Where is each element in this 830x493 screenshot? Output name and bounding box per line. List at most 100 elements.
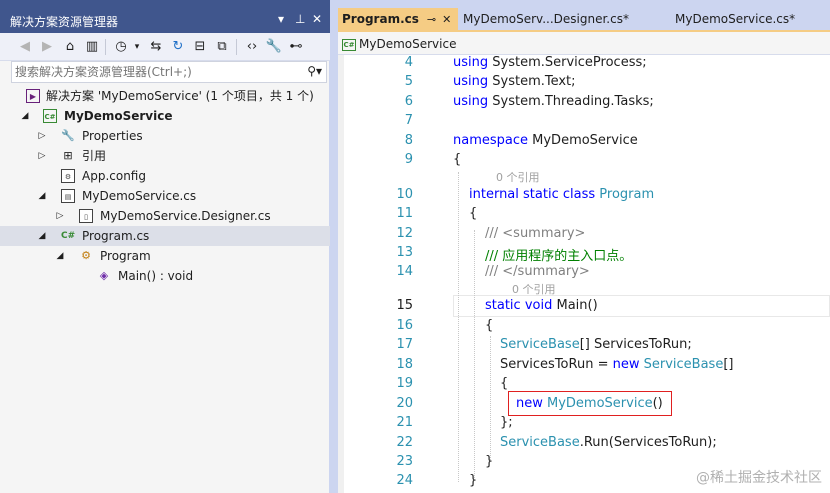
search-icon[interactable]: ⚲▾ [307, 64, 322, 78]
navigation-bar: C# MyDemoService [338, 30, 830, 55]
code-line[interactable]: } [485, 454, 493, 469]
code-line-current[interactable]: static void Main() [485, 298, 598, 313]
code-line[interactable]: { [453, 152, 461, 167]
close-icon[interactable]: ✕ [442, 13, 451, 26]
expanded-arrow-icon[interactable]: ◢ [37, 186, 47, 206]
line-number: 24 [396, 473, 413, 488]
code-line[interactable]: { [469, 206, 477, 221]
references-icon: ⊞ [63, 149, 73, 162]
tree-item-program-cs[interactable]: ◢ C# Program.cs [0, 226, 330, 246]
collapsed-arrow-icon[interactable]: ▷ [37, 126, 47, 146]
tab-service-cs[interactable]: MyDemoService.cs* [671, 8, 830, 30]
solution-explorer-panel: 解决方案资源管理器 ▾ ⊥ ✕ ◀ ▶ ⌂ ▥ ◷ ▾ ⇆ ↻ ⊟ ⧉ ‹› 🔧… [0, 0, 330, 493]
solution-explorer-search-box[interactable]: ⚲▾ [11, 61, 327, 83]
solution-icon: ▶ [26, 89, 40, 103]
line-number: 21 [396, 415, 413, 430]
code-line[interactable]: ServiceBase.Run(ServicesToRun); [500, 435, 717, 450]
watermark: @稀土掘金技术社区 [696, 470, 822, 486]
code-line[interactable]: { [500, 376, 508, 391]
expanded-arrow-icon[interactable]: ◢ [55, 246, 65, 266]
search-input[interactable] [12, 62, 302, 82]
wrench-icon: 🔧 [61, 129, 75, 142]
preview-selected-items-icon[interactable]: ⊷ [287, 38, 305, 56]
code-lens-references[interactable]: 0 个引用 [496, 169, 540, 185]
properties-wrench-icon[interactable]: 🔧 [265, 38, 283, 56]
code-line[interactable]: /// <summary> [485, 226, 585, 241]
code-line[interactable]: } [469, 473, 477, 488]
code-line[interactable]: using System.Threading.Tasks; [453, 94, 654, 109]
chevron-down-icon[interactable]: ▾ [128, 38, 146, 56]
view-code-icon[interactable]: ‹› [243, 38, 261, 56]
code-text: { [485, 318, 494, 333]
collapsed-arrow-icon[interactable]: ▷ [55, 206, 65, 226]
code-line[interactable]: { [485, 318, 493, 333]
tree-item-main-method[interactable]: ◈ Main() : void [0, 266, 330, 286]
tree-item-label: Main() : void [118, 269, 194, 283]
code-text: internal static class Program [469, 187, 655, 202]
pin-icon[interactable]: ⊥ [295, 12, 305, 26]
line-number: 13 [396, 245, 413, 260]
code-text: static void Main() [485, 298, 598, 313]
back-icon[interactable]: ◀ [16, 38, 34, 56]
csharp-project-icon: C# [43, 109, 57, 123]
tree-item-app-config[interactable]: ⚙ App.config [0, 166, 330, 186]
tree-item-label: 解决方案 'MyDemoService' (1 个项目，共 1 个) [46, 89, 314, 103]
forward-icon[interactable]: ▶ [38, 38, 56, 56]
line-number: 18 [396, 357, 413, 372]
line-number: 22 [396, 435, 413, 450]
code-line[interactable]: namespace MyDemoService [453, 133, 638, 148]
code-lens-references[interactable]: 0 个引用 [512, 281, 556, 297]
close-icon[interactable]: ✕ [312, 12, 322, 26]
tree-item-label: 引用 [82, 149, 107, 163]
tree-item-program-class[interactable]: ◢ ⚙ Program [0, 246, 330, 266]
code-text: /// </summary> [485, 264, 590, 279]
code-text: { [500, 376, 509, 391]
code-text: ServicesToRun = new ServiceBase[] [500, 357, 734, 372]
code-text: /// 应用程序的主入口点。 [485, 249, 633, 264]
code-text: { [469, 206, 478, 221]
code-text: ServiceBase.Run(ServicesToRun); [500, 435, 717, 450]
expanded-arrow-icon[interactable]: ◢ [20, 106, 30, 126]
expanded-arrow-icon[interactable]: ◢ [37, 226, 47, 246]
code-line[interactable]: using System.Text; [453, 74, 576, 89]
tree-item-service-designer-cs[interactable]: ▷ ▯ MyDemoService.Designer.cs [0, 206, 330, 226]
sync-with-document-icon[interactable]: ⇆ [147, 38, 165, 56]
code-line[interactable]: ServiceBase[] ServicesToRun; [500, 337, 692, 352]
code-line[interactable]: /// 应用程序的主入口点。 [485, 245, 632, 264]
code-line[interactable]: internal static class Program [469, 187, 654, 202]
collapse-all-icon[interactable]: ⊟ [191, 38, 209, 56]
home-icon[interactable]: ⌂ [61, 38, 79, 56]
highlight-box [508, 391, 672, 416]
collapsed-arrow-icon[interactable]: ▷ [37, 146, 47, 166]
code-line[interactable]: /// </summary> [485, 264, 590, 279]
code-line[interactable]: ServicesToRun = new ServiceBase[] [500, 357, 733, 372]
refresh-icon[interactable]: ↻ [169, 38, 187, 56]
switch-views-icon[interactable]: ▥ [83, 38, 101, 56]
tab-label: MyDemoService.cs* [675, 12, 796, 26]
tab-service-designer-cs[interactable]: MyDemoServ...Designer.cs* [459, 8, 669, 30]
code-line[interactable]: using System.ServiceProcess; [453, 55, 647, 70]
code-text: { [453, 152, 462, 167]
tree-item-properties[interactable]: ▷ 🔧 Properties [0, 126, 330, 146]
indent-guide [458, 172, 459, 482]
code-line[interactable]: }; [500, 415, 513, 430]
tab-program-cs[interactable]: Program.cs ⊸ ✕ [338, 8, 458, 30]
line-number: 17 [396, 337, 413, 352]
dropdown-icon[interactable]: ▾ [278, 12, 284, 26]
tree-item-references[interactable]: ▷ ⊞ 引用 [0, 146, 330, 166]
code-text: /// <summary> [485, 226, 586, 241]
tree-item-service-cs[interactable]: ◢ ▤ MyDemoService.cs [0, 186, 330, 206]
line-number: 5 [404, 74, 413, 89]
project-dropdown[interactable]: C# MyDemoService [342, 35, 456, 53]
nav-member-label: MyDemoService [359, 37, 457, 51]
tree-item-label: MyDemoService.cs [82, 189, 197, 203]
show-all-files-icon[interactable]: ⧉ [213, 38, 231, 56]
csharp-project-icon: C# [342, 38, 356, 51]
tree-item-project[interactable]: ◢ C# MyDemoService [0, 106, 330, 126]
pin-icon[interactable]: ⊸ [427, 13, 436, 26]
line-number: 4 [404, 55, 413, 70]
code-text: System.ServiceProcess; [492, 55, 647, 70]
line-number: 8 [404, 133, 413, 148]
tree-item-solution[interactable]: ▶ 解决方案 'MyDemoService' (1 个项目，共 1 个) [0, 86, 330, 106]
document-tab-strip: Program.cs ⊸ ✕ MyDemoServ...Designer.cs* M… [338, 0, 830, 30]
